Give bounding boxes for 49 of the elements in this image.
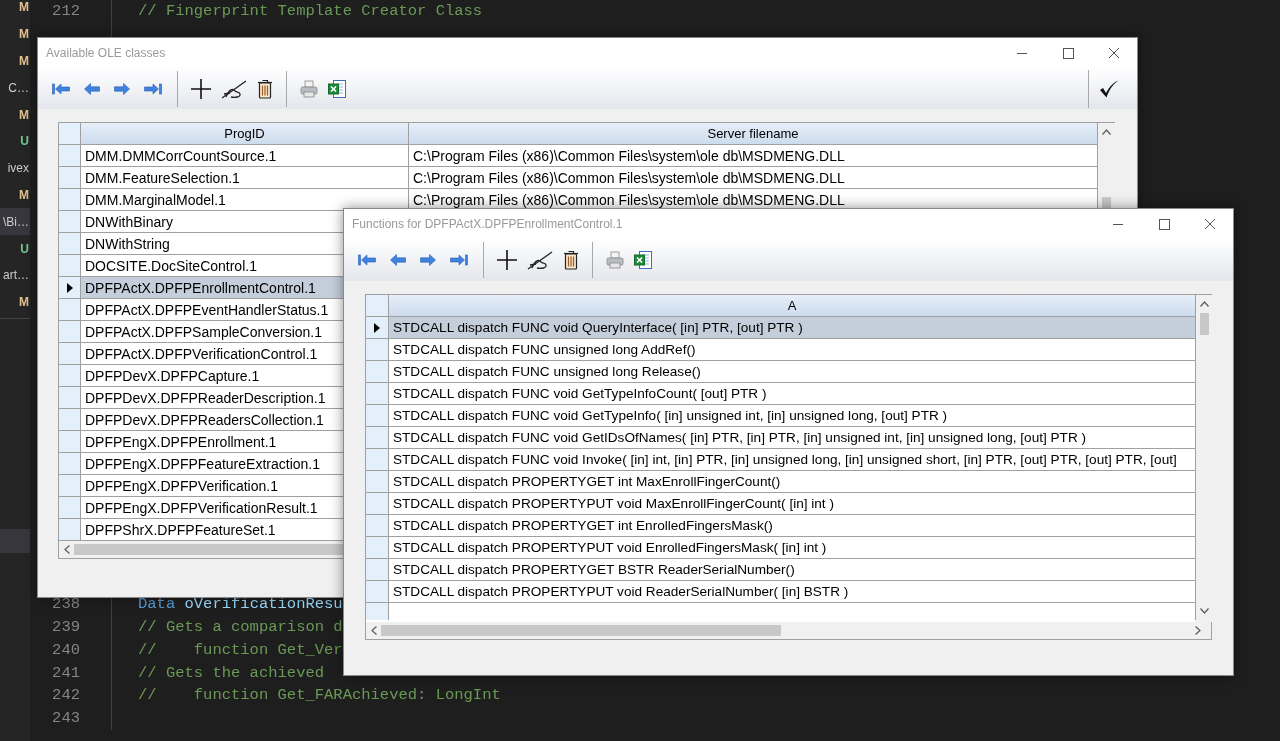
code-line: // Fingerprint Template Creator Class <box>138 2 483 21</box>
table-cell: DNWithString <box>85 235 170 252</box>
table-cell: DPFPActX.DPFPSampleConversion.1 <box>85 323 323 340</box>
line-number: 212 <box>51 2 80 21</box>
table-cell: STDCALL dispatch PROPERTYPUT void EnrolledFingersMask( [in] int ) <box>393 540 827 555</box>
table-cell: STDCALL dispatch FUNC unsigned long Release() <box>393 364 701 379</box>
table-cell: DPFPDevX.DPFPReaderDescription.1 <box>85 389 326 406</box>
line-number: 241 <box>51 663 80 682</box>
table-cell: C:\Program Files (x86)\Common Files\system\ole db\MSDMENG.DLL <box>413 147 845 164</box>
table-cell: DPFPShrX.DPFPFeatureSet.1 <box>85 521 276 538</box>
table-cell: STDCALL dispatch PROPERTYGET BSTR ReaderSerialNumber() <box>393 562 795 577</box>
table-cell: STDCALL dispatch PROPERTYGET int EnrolledFingersMask() <box>393 518 773 533</box>
table-cell: DPFPEngX.DPFPVerificationResult.1 <box>85 499 318 516</box>
code-line: // function Get_Ver <box>138 640 343 659</box>
window-title: Available OLE classes <box>45 46 167 60</box>
table-cell: DPFPActX.DPFPVerificationControl.1 <box>85 345 318 362</box>
table-cell: DMM.FeatureSelection.1 <box>85 169 240 186</box>
table-cell: STDCALL dispatch PROPERTYPUT void MaxEnrollFingerCount( [in] int ) <box>393 496 834 511</box>
table-cell: DOCSITE.DocSiteControl.1 <box>85 257 257 274</box>
table-cell: DNWithBinary <box>85 213 173 230</box>
table-cell: DPFPActX.DPFPEventHandlerStatus.1 <box>85 301 329 318</box>
line-number: 239 <box>51 618 80 636</box>
table-cell: DMM.DMMCorrCountSource.1 <box>85 147 277 164</box>
code-line: // Gets a comparison d <box>138 618 343 636</box>
table-cell: DPFPEngX.DPFPEnrollment.1 <box>85 433 277 450</box>
code-line: Data oVerificationResu <box>138 595 343 614</box>
table-cell: C:\Program Files (x86)\Common Files\system\ole db\MSDMENG.DLL <box>413 191 845 208</box>
table-cell: STDCALL dispatch FUNC void GetIDsOfNames( [in] PTR, [in] PTR, [in] unsigned int, [in] unsigned long, [out] PTR ) <box>393 430 1087 445</box>
table-cell: STDCALL dispatch FUNC void GetTypeInfoCount( [out] PTR ) <box>393 386 767 401</box>
table-cell: STDCALL dispatch FUNC void GetTypeInfo( [in] unsigned int, [in] unsigned long, [out] PTR ) <box>393 408 948 423</box>
table-cell: STDCALL dispatch FUNC unsigned long AddRef() <box>393 342 696 357</box>
table-cell: DPFPDevX.DPFPReadersCollection.1 <box>85 411 324 428</box>
code-line: // Gets the achieved <box>138 663 325 682</box>
table-cell: DPFPDevX.DPFPCapture.1 <box>85 367 260 384</box>
line-number: 240 <box>51 640 80 659</box>
table-cell: STDCALL dispatch FUNC void Invoke( [in] int, [in] PTR, [in] unsigned long, [in] unsigned short, [in] PTR, [out] PTR, [out] PTR, [out] <box>393 452 1177 467</box>
line-number: 242 <box>51 686 80 705</box>
line-number: 238 <box>51 595 80 614</box>
table-cell: STDCALL dispatch PROPERTYPUT void ReaderSerialNumber( [in] BSTR ) <box>393 584 849 599</box>
table-cell: C:\Program Files (x86)\Common Files\system\ole db\MSDMENG.DLL <box>413 169 845 186</box>
table-cell: STDCALL dispatch PROPERTYGET int MaxEnrollFingerCount() <box>393 474 781 489</box>
table-cell: DPFPActX.DPFPEnrollmentControl.1 <box>85 279 316 296</box>
table-cell: STDCALL dispatch FUNC void QueryInterface( [in] PTR, [out] PTR ) <box>393 320 803 335</box>
table-cell: DPFPEngX.DPFPFeatureExtraction.1 <box>85 455 320 472</box>
table-cell: DPFPEngX.DPFPVerification.1 <box>85 477 278 494</box>
line-number: 243 <box>51 709 80 728</box>
window-title: Functions for DPFPActX.DPFPEnrollmentControl.1 <box>351 217 624 231</box>
code-line: // function Get_FARAchieved: LongInt <box>138 686 501 705</box>
table-cell: DMM.MarginalModel.1 <box>85 191 226 208</box>
